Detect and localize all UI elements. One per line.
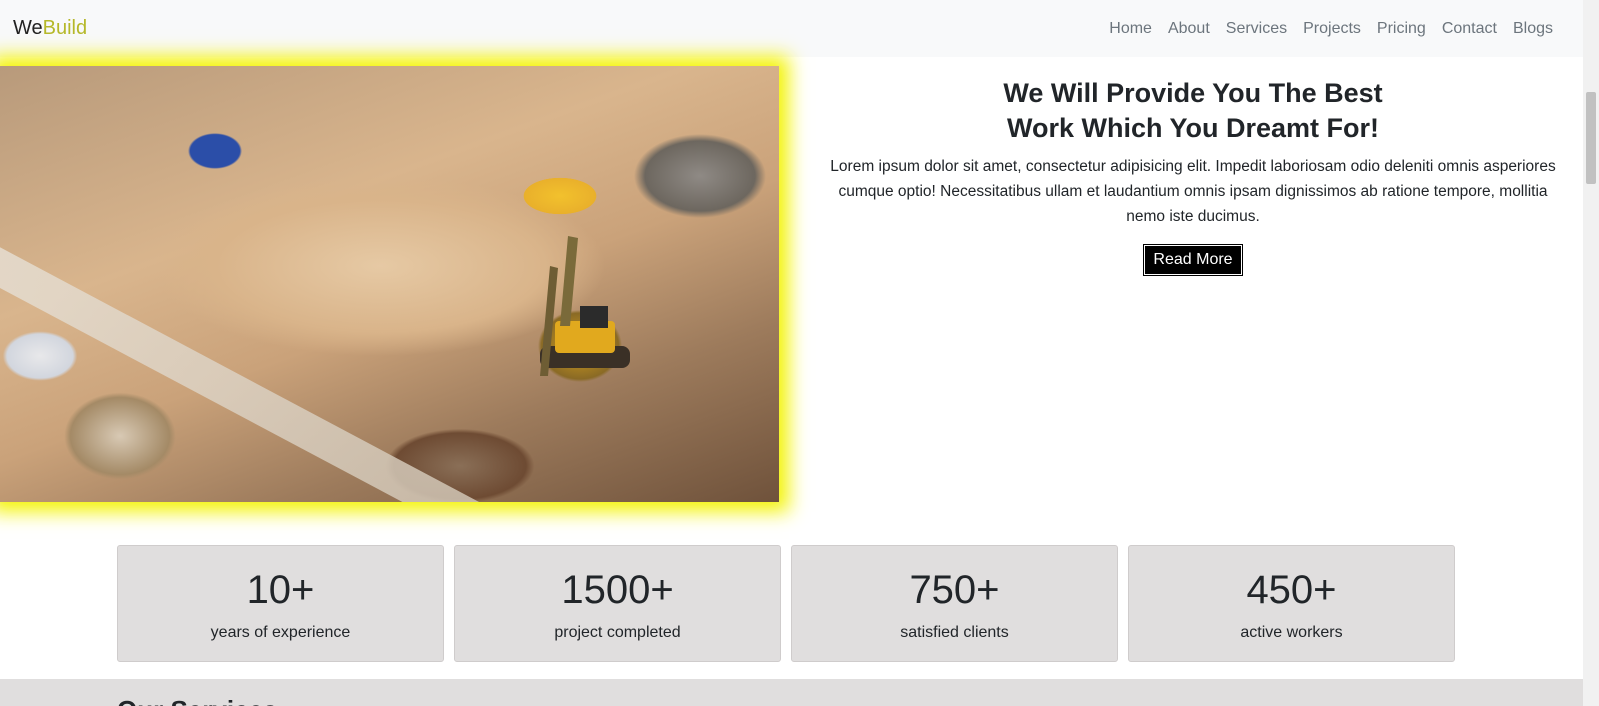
nav-link-contact[interactable]: Contact: [1434, 20, 1505, 38]
nav-link-services[interactable]: Services: [1218, 20, 1295, 38]
stat-card-projects: 1500+ project completed: [454, 545, 781, 662]
nav-link-home[interactable]: Home: [1101, 20, 1160, 38]
scrollbar-thumb[interactable]: [1586, 92, 1596, 184]
nav-link-pricing[interactable]: Pricing: [1369, 20, 1434, 38]
stat-value: 750+: [909, 568, 1000, 612]
nav-link-projects[interactable]: Projects: [1295, 20, 1369, 38]
stat-label: satisfied clients: [900, 624, 1009, 641]
stat-label: project completed: [554, 624, 681, 641]
excavator-graphic: [540, 236, 630, 376]
stat-value: 450+: [1246, 568, 1337, 612]
hero-title-line1: We Will Provide You The Best: [1003, 78, 1383, 108]
nav-link-blogs[interactable]: Blogs: [1505, 20, 1561, 38]
stat-card-clients: 750+ satisfied clients: [791, 545, 1118, 662]
nav-link-about[interactable]: About: [1160, 20, 1218, 38]
stats-row: 10+ years of experience 1500+ project co…: [117, 545, 1455, 662]
stat-label: active workers: [1240, 624, 1343, 641]
brand-part-we: We: [13, 17, 43, 39]
brand-logo[interactable]: WeBuild: [13, 17, 87, 40]
hero-text: We Will Provide You The Best Work Which …: [825, 76, 1561, 276]
stat-card-experience: 10+ years of experience: [117, 545, 444, 662]
hero-title-line2: Work Which You Dreamt For!: [1006, 113, 1380, 143]
page-scrollbar[interactable]: [1583, 0, 1599, 706]
hero-description: Lorem ipsum dolor sit amet, consectetur …: [830, 158, 1556, 225]
hero-title: We Will Provide You The Best Work Which …: [825, 76, 1561, 146]
page: WeBuild Home About Services Projects Pri…: [0, 0, 1599, 706]
hero-image: [0, 66, 779, 502]
stat-value: 10+: [246, 568, 315, 612]
stat-label: years of experience: [210, 624, 351, 641]
nav-links: Home About Services Projects Pricing Con…: [1101, 20, 1561, 38]
brand-part-build: Build: [42, 17, 88, 39]
services-title: Our Services: [117, 695, 277, 706]
stat-value: 1500+: [561, 568, 674, 612]
stat-card-workers: 450+ active workers: [1128, 545, 1455, 662]
image-detail-retaining-wall: [0, 226, 508, 502]
services-section: Our Services: [0, 679, 1583, 706]
read-more-button[interactable]: Read More: [1143, 244, 1243, 276]
navbar: WeBuild Home About Services Projects Pri…: [0, 0, 1583, 57]
